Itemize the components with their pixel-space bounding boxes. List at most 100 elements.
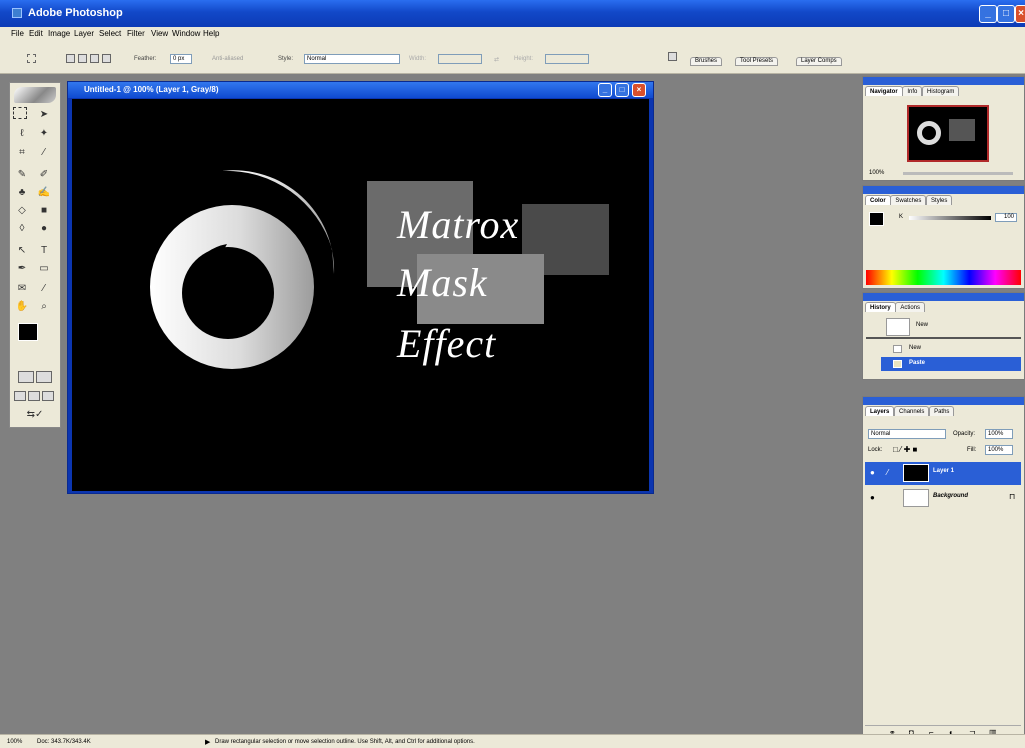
stamp-icon[interactable]: ♣ — [13, 185, 31, 200]
navigator-panel: Navigator Info Histogram 100% — [862, 76, 1025, 181]
foreground-color-swatch[interactable] — [18, 323, 38, 341]
menu-select[interactable]: Select — [99, 29, 121, 38]
feather-input[interactable]: 0 px — [170, 54, 192, 64]
status-bar: 100% Doc: 343.7K/343.4K ▶ Draw rectangul… — [0, 734, 1025, 748]
screen-mode-full-icon[interactable] — [42, 391, 54, 401]
layer-row-background[interactable]: ● Background ⊓ — [865, 487, 1021, 510]
background-thumbnail — [903, 489, 929, 507]
menu-image[interactable]: Image — [48, 29, 70, 38]
navigator-thumbnail[interactable] — [907, 105, 989, 162]
navigator-zoom-slider[interactable] — [903, 172, 1013, 175]
menu-help[interactable]: Help — [203, 29, 219, 38]
menu-file[interactable]: File — [11, 29, 24, 38]
brush-icon[interactable]: ✐ — [35, 167, 53, 182]
tab-styles[interactable]: Styles — [926, 195, 953, 205]
imageready-icon[interactable]: ⇆✓ — [18, 407, 52, 422]
color-tabs: Color Swatches Styles — [865, 195, 953, 206]
hand-icon[interactable]: ✋ — [13, 299, 31, 314]
history-brush-icon[interactable]: ✍ — [35, 185, 53, 200]
menu-view[interactable]: View — [151, 29, 168, 38]
tab-info[interactable]: Info — [902, 86, 923, 96]
add-selection-icon[interactable] — [78, 54, 87, 63]
history-item-paste[interactable]: Paste — [881, 357, 1021, 371]
status-doc-size[interactable]: Doc: 343.7K/343.4K — [37, 739, 91, 745]
marquee-icon[interactable] — [13, 107, 27, 119]
close-icon[interactable]: × — [1015, 5, 1025, 23]
text-effect: Effect — [397, 321, 497, 366]
color-k-value[interactable]: 100 — [995, 213, 1017, 222]
palette-well-icon[interactable] — [668, 52, 677, 61]
menu-edit[interactable]: Edit — [29, 29, 43, 38]
doc-close-icon[interactable]: × — [632, 83, 646, 97]
tab-actions[interactable]: Actions — [895, 302, 926, 312]
dodge-icon[interactable]: ● — [35, 221, 53, 236]
eraser-icon[interactable]: ◇ — [13, 203, 31, 218]
type-icon[interactable]: T — [35, 243, 53, 258]
slice-icon[interactable]: ⁄ — [35, 145, 53, 160]
doc-maximize-icon[interactable]: □ — [615, 83, 629, 97]
navigator-zoom[interactable]: 100% — [869, 170, 884, 176]
blur-icon[interactable]: ◊ — [13, 221, 31, 236]
marquee-preset-icon[interactable] — [27, 54, 36, 63]
brush-link-icon[interactable]: ⁄ — [887, 468, 888, 477]
tab-swatches[interactable]: Swatches — [890, 195, 927, 205]
path-select-icon[interactable]: ↖ — [13, 243, 31, 258]
color-fg-swatch[interactable] — [869, 212, 884, 226]
height-input[interactable] — [545, 54, 589, 64]
status-zoom[interactable]: 100% — [7, 739, 22, 745]
tab-color[interactable]: Color — [865, 195, 891, 205]
menu-window[interactable]: Window — [172, 29, 200, 38]
tab-tool-presets[interactable]: Tool Presets — [735, 57, 779, 66]
color-spectrum[interactable] — [866, 270, 1021, 285]
eye-icon[interactable]: ● — [870, 493, 875, 502]
new-selection-icon[interactable] — [66, 54, 75, 63]
eye-icon[interactable]: ● — [870, 468, 875, 477]
layer-row-layer1[interactable]: ● ⁄ Layer 1 — [865, 462, 1021, 485]
options-bar: Feather: 0 px Anti-aliased Style: Normal… — [0, 40, 1025, 74]
pen-icon[interactable]: ✒ — [13, 261, 31, 276]
subtract-selection-icon[interactable] — [90, 54, 99, 63]
maximize-icon[interactable]: □ — [997, 5, 1015, 23]
minimize-icon[interactable]: _ — [979, 5, 997, 23]
screen-mode-full-menu-icon[interactable] — [28, 391, 40, 401]
tab-channels[interactable]: Channels — [894, 406, 930, 416]
history-item-new[interactable]: New — [881, 342, 1021, 356]
blend-mode-select[interactable]: Normal — [868, 429, 946, 439]
magic-wand-icon[interactable]: ✦ — [35, 126, 53, 141]
tab-layer-comps[interactable]: Layer Comps — [796, 57, 842, 66]
standard-mode-icon[interactable] — [18, 371, 34, 383]
lock-icon[interactable]: □ ⁄ ✚ ■ — [893, 445, 917, 454]
eyedropper-icon[interactable]: ⁄ — [35, 281, 53, 296]
lasso-icon[interactable]: ℓ — [13, 126, 31, 141]
tab-histogram[interactable]: Histogram — [922, 86, 960, 96]
width-input[interactable] — [438, 54, 482, 64]
tab-brushes[interactable]: Brushes — [690, 57, 723, 66]
swap-icon[interactable]: ⇄ — [494, 56, 499, 63]
tab-paths[interactable]: Paths — [929, 406, 955, 416]
notes-icon[interactable]: ✉ — [13, 281, 31, 296]
feather-label: Feather: — [134, 56, 157, 62]
tab-navigator[interactable]: Navigator — [865, 86, 903, 96]
crop-icon[interactable]: ⌗ — [13, 145, 31, 160]
document-canvas[interactable]: Matrox Mask Effect — [72, 99, 649, 491]
zoom-icon[interactable]: ⌕ — [35, 299, 53, 314]
doc-minimize-icon[interactable]: _ — [598, 83, 612, 97]
menu-layer[interactable]: Layer — [74, 29, 94, 38]
color-k-slider[interactable] — [909, 216, 991, 220]
antialiased-checkbox[interactable]: Anti-aliased — [212, 56, 243, 62]
quick-mask-icon[interactable] — [36, 371, 52, 383]
style-select[interactable]: Normal — [304, 54, 400, 64]
opacity-input[interactable]: 100% — [985, 429, 1013, 439]
intersect-selection-icon[interactable] — [102, 54, 111, 63]
history-snapshot-row[interactable]: New — [866, 317, 1021, 339]
gradient-icon[interactable]: ■ — [35, 203, 53, 218]
fill-input[interactable]: 100% — [985, 445, 1013, 455]
screen-mode-standard-icon[interactable] — [14, 391, 26, 401]
tab-layers[interactable]: Layers — [865, 406, 895, 416]
move-icon[interactable]: ➤ — [35, 107, 53, 122]
menu-filter[interactable]: Filter — [127, 29, 145, 38]
tab-history[interactable]: History — [865, 302, 896, 312]
healing-icon[interactable]: ✎ — [13, 167, 31, 182]
history-tabs: History Actions — [865, 302, 926, 313]
shape-icon[interactable]: ▭ — [35, 261, 53, 276]
